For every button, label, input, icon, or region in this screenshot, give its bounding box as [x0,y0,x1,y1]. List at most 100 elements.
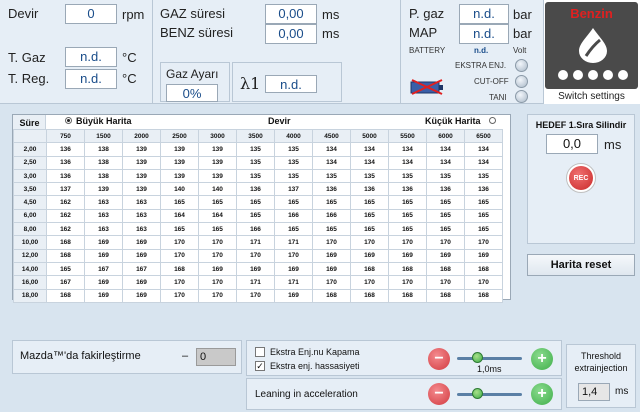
map-cell[interactable]: 169 [312,248,351,263]
map-cell[interactable]: 171 [236,235,275,250]
map-cell[interactable]: 135 [236,168,275,184]
map-cell[interactable]: 169 [122,288,161,303]
map-cell[interactable]: 170 [198,288,237,303]
map-cell[interactable]: 139 [160,155,199,170]
map-cell[interactable]: 165 [464,195,503,210]
map-cell[interactable]: 165 [312,222,351,237]
map-cell[interactable]: 169 [84,235,123,250]
map-cell[interactable]: 136 [46,168,85,184]
map-cell[interactable]: 171 [274,275,313,290]
map-cell[interactable]: 170 [312,235,351,250]
map-cell[interactable]: 165 [426,222,465,237]
map-cell[interactable]: 165 [236,208,275,224]
map-cell[interactable]: 134 [312,142,351,157]
map-cell[interactable]: 163 [84,195,123,210]
map-cell[interactable]: 169 [236,261,275,277]
map-cell[interactable]: 134 [312,155,351,170]
map-cell[interactable]: 163 [84,222,123,237]
map-cell[interactable]: 134 [464,155,503,170]
map-cell[interactable]: 165 [350,208,389,224]
map-cell[interactable]: 170 [464,235,503,250]
ekstra-kapama-checkbox[interactable] [255,347,265,357]
map-cell[interactable]: 169 [464,248,503,263]
map-cell[interactable]: 168 [312,288,351,303]
map-cell[interactable]: 170 [464,275,503,290]
map-cell[interactable]: 138 [84,142,123,157]
map-cell[interactable]: 138 [84,168,123,184]
slider2-thumb[interactable] [472,388,483,399]
map-cell[interactable]: 134 [350,142,389,157]
map-cell[interactable]: 138 [84,155,123,170]
map-cell[interactable]: 134 [426,142,465,157]
map-cell[interactable]: 136 [46,142,85,157]
map-cell[interactable]: 134 [388,142,427,157]
map-cell[interactable]: 165 [388,195,427,210]
map-cell[interactable]: 168 [426,288,465,303]
map-cell[interactable]: 166 [312,208,351,224]
map-cell[interactable]: 170 [160,235,199,250]
map-cell[interactable]: 135 [236,142,275,157]
map-cell[interactable]: 163 [122,208,161,224]
slider1-plus-button[interactable]: + [531,348,553,370]
map-cell[interactable]: 170 [388,235,427,250]
map-cell[interactable]: 135 [312,168,351,184]
map-cell[interactable]: 163 [84,208,123,224]
map-cell[interactable]: 135 [426,168,465,184]
map-cell[interactable]: 168 [350,261,389,277]
map-cell[interactable]: 169 [84,275,123,290]
map-cell[interactable]: 166 [274,208,313,224]
map-cell[interactable]: 134 [464,142,503,157]
map-cell[interactable]: 170 [350,275,389,290]
map-cell[interactable]: 165 [350,222,389,237]
map-cell[interactable]: 169 [388,248,427,263]
map-cell[interactable]: 170 [236,288,275,303]
map-cell[interactable]: 139 [198,168,237,184]
map-cell[interactable]: 169 [122,235,161,250]
map-cell[interactable]: 170 [350,235,389,250]
map-cell[interactable]: 170 [198,248,237,263]
map-cell[interactable]: 169 [274,288,313,303]
map-cell[interactable]: 136 [350,182,389,197]
map-cell[interactable]: 165 [350,195,389,210]
map-cell[interactable]: 169 [274,261,313,277]
map-cell[interactable]: 170 [198,275,237,290]
map-cell[interactable]: 168 [388,288,427,303]
map-cell[interactable]: 171 [236,275,275,290]
map-cell[interactable]: 169 [84,288,123,303]
map-cell[interactable]: 168 [350,288,389,303]
map-cell[interactable]: 165 [426,195,465,210]
map-cell[interactable]: 170 [198,235,237,250]
map-cell[interactable]: 165 [198,222,237,237]
map-cell[interactable]: 170 [388,275,427,290]
map-cell[interactable]: 139 [160,142,199,157]
map-cell[interactable]: 169 [350,248,389,263]
map-cell[interactable]: 135 [464,168,503,184]
map-cell[interactable]: 168 [46,288,85,303]
map-cell[interactable]: 135 [274,168,313,184]
map-cell[interactable]: 165 [426,208,465,224]
map-cell[interactable]: 169 [426,248,465,263]
map-cell[interactable]: 166 [236,222,275,237]
map-cell[interactable]: 170 [160,288,199,303]
map-cell[interactable]: 164 [198,208,237,224]
map-cell[interactable]: 165 [46,261,85,277]
map-cell[interactable]: 162 [46,208,85,224]
map-cell[interactable]: 170 [160,248,199,263]
map-cell[interactable]: 168 [388,261,427,277]
map-cell[interactable]: 134 [426,155,465,170]
map-cell[interactable]: 168 [426,261,465,277]
map-cell[interactable]: 170 [312,275,351,290]
map-cell[interactable]: 165 [198,195,237,210]
map-cell[interactable]: 169 [84,248,123,263]
map-cell[interactable]: 140 [160,182,199,197]
ekstra-hassasiyet-checkbox[interactable]: ✓ [255,361,265,371]
map-cell[interactable]: 168 [160,261,199,277]
map-cell[interactable]: 165 [160,195,199,210]
switch-settings-label[interactable]: Switch settings [545,91,638,102]
map-cell[interactable]: 170 [236,248,275,263]
map-cell[interactable]: 139 [122,182,161,197]
map-cell[interactable]: 136 [46,155,85,170]
map-cell[interactable]: 136 [464,182,503,197]
map-cell[interactable]: 169 [122,248,161,263]
slider2-track[interactable] [457,393,522,396]
